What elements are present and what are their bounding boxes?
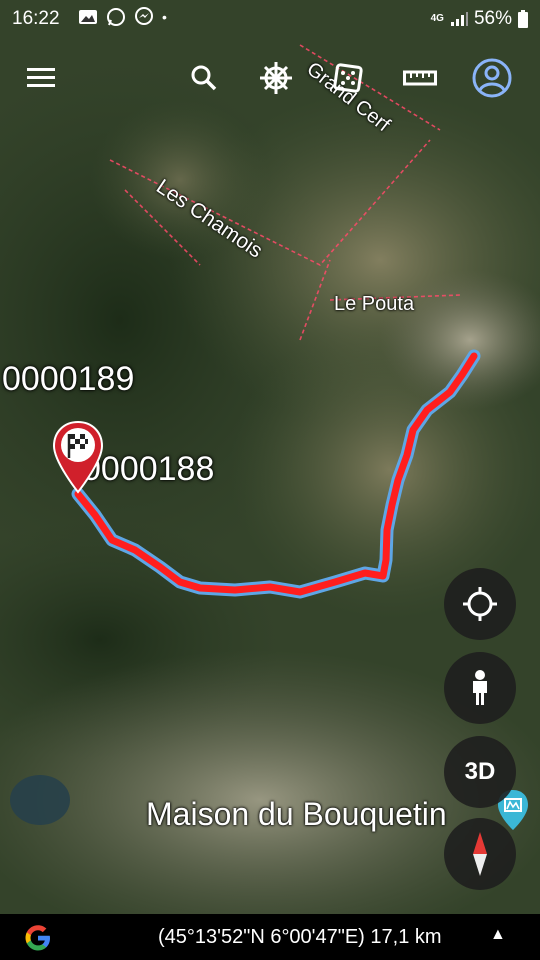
checkered-flag-icon	[52, 420, 104, 494]
map-toolbar	[0, 50, 540, 106]
3d-button[interactable]: 3D	[444, 736, 516, 808]
my-location-button[interactable]	[444, 568, 516, 640]
status-bar: 16:22 • 4G 56%	[0, 0, 540, 38]
bottom-bar: (45°13'52"N 6°00'47"E) 17,1 km ▲	[0, 914, 540, 960]
battery-percent: 56%	[473, 8, 512, 29]
more-notifications-icon: •	[162, 9, 167, 25]
messenger-icon	[135, 7, 153, 25]
street-view-button[interactable]	[444, 652, 516, 724]
status-time: 16:22	[12, 8, 60, 29]
battery-icon	[518, 10, 528, 28]
search-button[interactable]	[180, 50, 228, 106]
menu-icon	[27, 68, 55, 87]
label-le-pouta: Le Pouta	[334, 293, 415, 315]
waypoint-label-189[interactable]: 0000189	[2, 360, 134, 399]
network-type: 4G	[430, 13, 444, 24]
notification-icons: •	[78, 7, 167, 27]
random-place-button[interactable]	[324, 50, 372, 106]
coordinates-readout: (45°13'52"N 6°00'47"E) 17,1 km	[158, 926, 442, 948]
google-logo-icon	[25, 925, 50, 951]
whatsapp-icon	[107, 8, 125, 26]
ruler-icon	[403, 70, 437, 86]
expand-panel-button[interactable]: ▲	[490, 926, 506, 944]
system-status: 4G 56%	[431, 8, 528, 30]
account-icon	[472, 58, 512, 98]
account-button[interactable]	[468, 50, 516, 106]
finish-flag-marker[interactable]	[52, 420, 104, 494]
measure-button[interactable]	[396, 50, 444, 106]
crosshair-icon	[463, 587, 497, 621]
search-icon	[191, 65, 217, 91]
signal-icon	[450, 12, 468, 26]
gallery-icon	[79, 10, 97, 24]
dice-icon	[333, 63, 363, 93]
compass-button[interactable]	[444, 818, 516, 890]
navigation-button[interactable]	[252, 50, 300, 106]
menu-button[interactable]	[18, 50, 66, 106]
person-icon	[473, 670, 487, 705]
label-maison-du-bouquetin: Maison du Bouquetin	[146, 796, 447, 832]
caret-up-icon: ▲	[490, 926, 506, 943]
helm-icon	[260, 62, 292, 94]
compass-icon	[473, 832, 487, 876]
